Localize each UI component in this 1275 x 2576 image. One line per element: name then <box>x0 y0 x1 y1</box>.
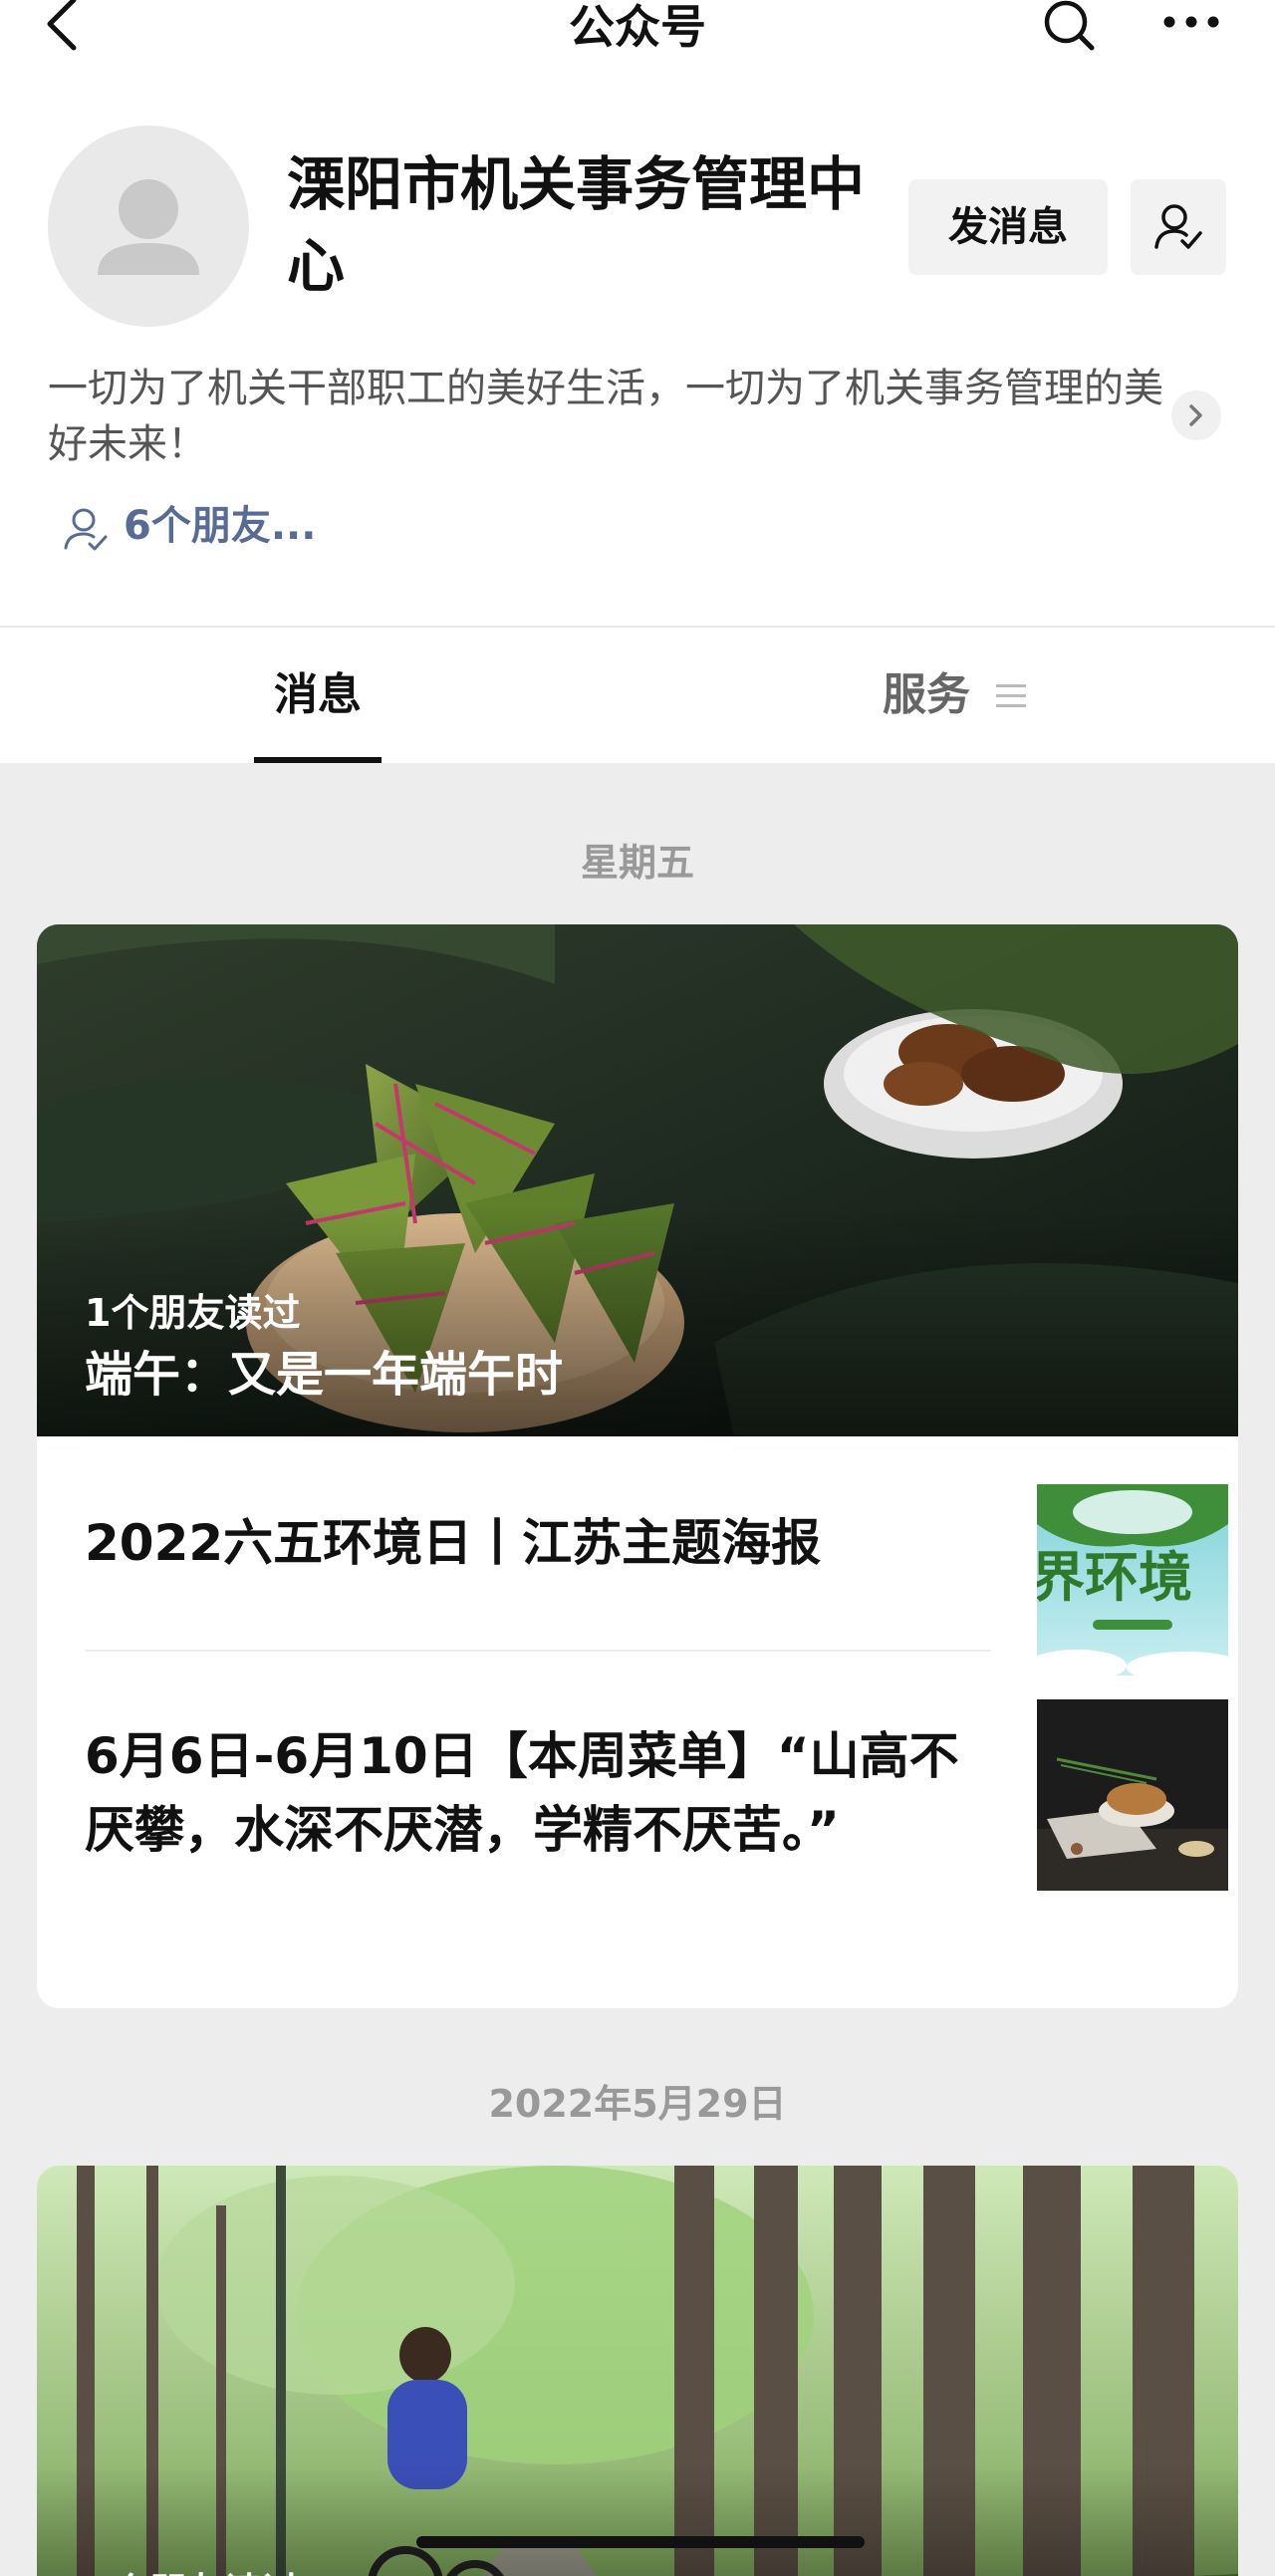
article-title: 2022六五环境日丨江苏主题海报 <box>85 1514 822 1572</box>
list-item[interactable]: 2022六五环境日丨江苏主题海报 界环境 <box>85 1436 1228 1675</box>
article-thumbnail: 界环境 <box>1037 1484 1228 1675</box>
tab-messages[interactable]: 消息 <box>254 628 382 763</box>
hero-read-by: 1个朋友读过 <box>85 2566 300 2576</box>
list-item[interactable]: 6月6日-6月10日【本周菜单】“山高不厌攀，水深不厌潜，学精不厌苦。” <box>85 1652 1228 1936</box>
message-card: 1个朋友读过 <box>37 2166 1238 2576</box>
svg-text:界环境: 界环境 <box>1037 1546 1192 1609</box>
menu-icon <box>996 681 1026 711</box>
friends-count-link: 6个朋友... <box>124 503 317 549</box>
hero-article[interactable]: 1个朋友读过 端午：又是一年端午时 <box>37 924 1238 1436</box>
search-icon[interactable] <box>1042 0 1098 56</box>
hero-read-by: 1个朋友读过 <box>85 1291 301 1335</box>
chevron-right-icon[interactable] <box>1171 390 1221 440</box>
avatar[interactable] <box>48 126 249 327</box>
date-label: 星期五 <box>580 841 694 885</box>
friends-icon <box>64 508 108 551</box>
article-thumbnail <box>1037 1699 1228 1891</box>
tab-bar: 消息 服务 <box>0 628 1275 763</box>
follow-button[interactable] <box>1131 179 1226 275</box>
account-name: 溧阳市机关事务管理中心 <box>287 150 866 300</box>
home-indicator <box>416 2536 865 2548</box>
send-message-button[interactable]: 发消息 <box>908 179 1108 275</box>
account-description: 一切为了机关干部职工的美好生活，一切为了机关事务管理的美好未来！ <box>48 366 1163 467</box>
message-card: 1个朋友读过 端午：又是一年端午时 2022六五环境日丨江苏主题海报 界环境 6… <box>37 924 1238 2008</box>
hero-title: 端午：又是一年端午时 <box>85 1347 564 1403</box>
hero-article[interactable]: 1个朋友读过 <box>37 2166 1238 2576</box>
tab-active-indicator <box>254 757 382 763</box>
article-title: 6月6日-6月10日【本周菜单】“山高不厌攀，水深不厌潜，学精不厌苦。” <box>85 1727 959 1859</box>
user-check-icon <box>1154 204 1202 249</box>
navigation-bar: 公众号 <box>0 0 1275 60</box>
more-icon[interactable] <box>1161 8 1221 38</box>
date-label: 2022年5月29日 <box>488 2082 787 2126</box>
hero-image <box>37 2166 1238 2576</box>
